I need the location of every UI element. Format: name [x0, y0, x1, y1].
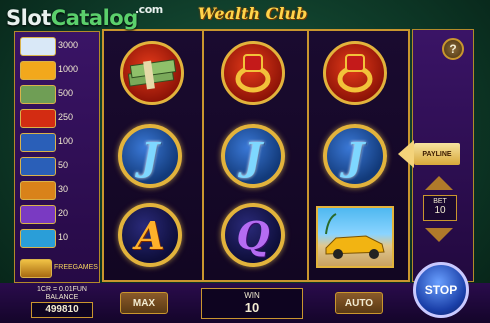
game-title: Wealth Club — [197, 4, 308, 23]
bet-increase-button[interactable] — [425, 176, 453, 190]
paytable-row: 10 — [18, 228, 98, 248]
a-symbol: A — [118, 203, 182, 267]
paytable-freegames-row: FREEGAMES — [18, 258, 98, 278]
k-coin-icon — [20, 157, 56, 176]
ring-symbol — [323, 41, 387, 105]
car-symbol — [316, 206, 394, 268]
paytable-row: 100 — [18, 132, 98, 152]
paytable-row: 50 — [18, 156, 98, 176]
payline-button[interactable]: PAYLINE — [398, 140, 462, 168]
jet-icon — [20, 37, 56, 56]
payline-arrow-icon — [398, 140, 414, 168]
win-display: WIN 10 — [201, 288, 303, 319]
j-coin-icon — [20, 133, 56, 152]
ring-symbol — [221, 41, 285, 105]
money-stack-icon — [20, 85, 56, 104]
ring-icon — [20, 109, 56, 128]
a-coin-icon — [20, 181, 56, 200]
max-bet-button[interactable]: MAX — [120, 292, 168, 314]
stop-button[interactable]: STOP — [413, 262, 469, 318]
reels-area: J A J Q J — [102, 29, 410, 282]
reel-divider — [202, 31, 204, 280]
paytable: 3000 1000 500 250 100 50 30 20 10 FREEGA… — [14, 31, 100, 283]
j-symbol: J — [118, 124, 182, 188]
autoplay-button[interactable]: AUTO — [335, 292, 383, 314]
reel-divider — [307, 31, 309, 280]
paytable-row: 500 — [18, 84, 98, 104]
paytable-row: 30 — [18, 180, 98, 200]
j-symbol: J — [323, 124, 387, 188]
slotcatalog-watermark: SlotCatalog .com — [6, 3, 163, 30]
paytable-row: 20 — [18, 204, 98, 224]
help-button[interactable]: ? — [442, 38, 464, 60]
car-icon — [20, 61, 56, 80]
bet-display: BET 10 — [423, 195, 457, 221]
money-stack-symbol — [120, 41, 184, 105]
10-coin-icon — [20, 229, 56, 248]
paytable-row: 250 — [18, 108, 98, 128]
j-symbol: J — [221, 124, 285, 188]
q-symbol: Q — [221, 203, 285, 267]
treasure-chest-icon — [20, 259, 52, 278]
paytable-row: 1000 — [18, 60, 98, 80]
q-coin-icon — [20, 205, 56, 224]
paytable-row: 3000 — [18, 36, 98, 56]
balance-panel: 1CR = 0.01FUN BALANCE 499810 — [22, 286, 102, 318]
bet-decrease-button[interactable] — [425, 228, 453, 242]
